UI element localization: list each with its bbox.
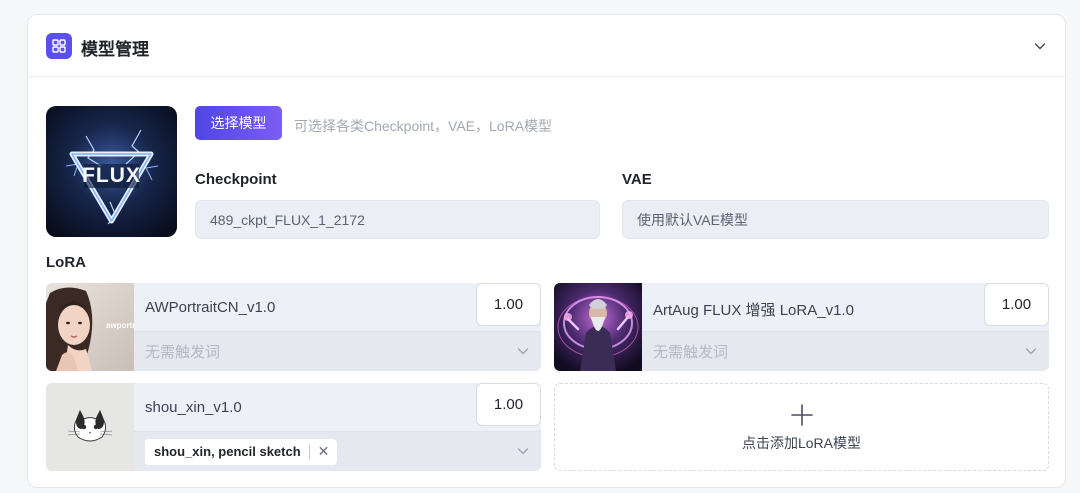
chevron-down-icon [516,444,530,463]
lora-weight-input[interactable]: 1.00 [476,283,541,326]
lora-thumb-caption: awportr [106,321,134,330]
flux-logo-text: FLUX [82,164,141,187]
lora-thumbnail: awportr [46,283,134,371]
trigger-placeholder: 无需触发词 [145,344,221,361]
lora-name: AWPortraitCN_v1.0 [145,299,276,316]
trigger-word-select[interactable]: 无需触发词 [642,331,1049,371]
checkpoint-field[interactable]: 489_ckpt_FLUX_1_2172 [195,200,600,239]
model-thumbnail: FLUX [46,106,177,237]
grid-icon [46,33,72,59]
vae-field[interactable]: 使用默认VAE模型 [622,200,1049,239]
close-icon[interactable]: ✕ [318,443,330,460]
add-lora-label: 点击添加LoRA模型 [741,435,862,451]
panel-title: 模型管理 [81,40,149,59]
lora-card: ArtAug FLUX 增强 LoRA_v1.0 1.00 无需触发词 [554,283,1049,371]
plus-icon [791,404,813,431]
chevron-down-icon [516,344,530,363]
chevron-down-icon [1024,344,1038,363]
chevron-down-icon[interactable] [1029,35,1051,57]
lora-weight-input[interactable]: 1.00 [476,383,541,426]
select-model-button[interactable]: 选择模型 [195,106,282,140]
panel-header[interactable]: 模型管理 [28,15,1065,77]
trigger-word-select[interactable]: 无需触发词 [134,331,541,371]
trigger-tag: shou_xin, pencil sketch ✕ [145,438,338,465]
lora-thumbnail [554,283,642,371]
lora-thumbnail [46,383,134,471]
lora-card: awportr AWPortraitCN_v1.0 1.00 无需触发词 [46,283,541,371]
lora-name: ArtAug FLUX 增强 LoRA_v1.0 [653,302,854,319]
lora-card: shou_xin_v1.0 1.00 shou_xin, pencil sket… [46,383,541,471]
add-lora-button[interactable]: 点击添加LoRA模型 [554,383,1049,471]
tag-divider [308,444,310,459]
select-model-hint: 可选择各类Checkpoint，VAE，LoRA模型 [294,118,553,134]
lora-section-label: LoRA [46,254,86,271]
model-management-panel: 模型管理 FLUX 选择模型 可选择各类Checkpoint，VAE，LoRA模… [27,14,1066,488]
trigger-tag-label: shou_xin, pencil sketch [154,444,301,459]
trigger-placeholder: 无需触发词 [653,344,729,361]
checkpoint-label: Checkpoint [195,171,277,188]
trigger-word-select[interactable]: shou_xin, pencil sketch ✕ [134,431,541,471]
lora-name: shou_xin_v1.0 [145,399,242,416]
lora-weight-input[interactable]: 1.00 [984,283,1049,326]
vae-label: VAE [622,171,652,188]
